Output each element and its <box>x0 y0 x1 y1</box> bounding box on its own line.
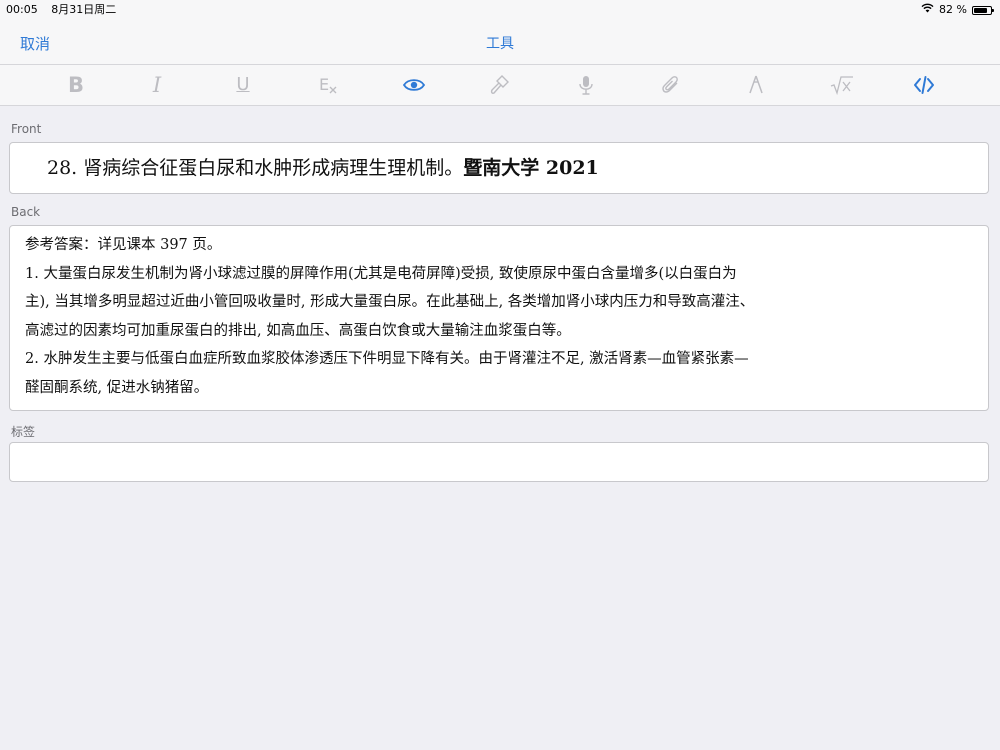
navigation-bar: 取消 工具 <box>0 20 1000 65</box>
format-toolbar: B I U E <box>0 65 1000 106</box>
back-line: 2. 水肿发生主要与低蛋白血症所致血浆胶体渗透压下件明显下降有关。由于肾灌注不足… <box>25 351 749 367</box>
status-bar: 00:05 8月31日周二 82 % <box>0 0 1000 20</box>
math-button[interactable] <box>827 73 857 97</box>
underline-button[interactable]: U <box>228 73 258 97</box>
clear-format-icon: E <box>317 74 339 96</box>
bold-button[interactable]: B <box>61 73 91 97</box>
front-content: 28. 肾病综合征蛋白尿和水肿形成病理生理机制。暨南大学 2021 <box>47 153 599 180</box>
brush-button[interactable] <box>484 73 514 97</box>
back-label: Back <box>11 205 41 219</box>
front-field[interactable]: 28. 肾病综合征蛋白尿和水肿形成病理生理机制。暨南大学 2021 <box>9 142 989 194</box>
html-editor-button[interactable] <box>909 73 939 97</box>
back-line: 1. 大量蛋白尿发生机制为肾小球滤过膜的屏障作用(尤其是电荷屏障)受损, 致使原… <box>25 265 737 282</box>
pen-icon <box>747 74 765 96</box>
front-source: 暨南大学 2021 <box>463 157 599 179</box>
battery-percent: 82 % <box>939 3 967 16</box>
battery-fill <box>974 7 988 13</box>
status-date: 8月31日周二 <box>51 3 117 16</box>
italic-button[interactable]: I <box>142 73 172 97</box>
back-line: 主), 当其增多明显超过近曲小管回吸收量时, 形成大量蛋白尿。在此基础上, 各类… <box>25 294 755 310</box>
code-icon <box>913 75 935 95</box>
front-question: 28. 肾病综合征蛋白尿和水肿形成病理生理机制。 <box>47 157 464 179</box>
back-content: 参考答案：详见课本 397 页。 1. 大量蛋白尿发生机制为肾小球滤过膜的屏障作… <box>25 231 754 402</box>
clear-format-letter: E <box>319 75 329 94</box>
brush-icon <box>488 74 510 96</box>
paperclip-icon <box>660 74 682 96</box>
bold-icon: B <box>67 73 84 97</box>
status-right: 82 % <box>921 0 994 20</box>
tools-title[interactable]: 工具 <box>0 33 1000 53</box>
back-field[interactable]: 参考答案：详见课本 397 页。 1. 大量蛋白尿发生机制为肾小球滤过膜的屏障作… <box>9 225 989 411</box>
front-label: Front <box>11 122 42 136</box>
sqrt-icon <box>830 74 854 96</box>
back-line: 醛固酮系统, 促进水钠猪留。 <box>25 379 209 396</box>
tags-field[interactable] <box>9 442 989 482</box>
eye-icon <box>403 77 425 93</box>
battery-icon <box>972 5 994 15</box>
status-time: 00:05 <box>6 3 38 16</box>
wifi-icon <box>921 0 934 20</box>
preview-button[interactable] <box>399 73 429 97</box>
microphone-button[interactable] <box>571 73 601 97</box>
attachment-button[interactable] <box>656 73 686 97</box>
underline-icon: U <box>236 74 250 95</box>
back-line: 参考答案：详见课本 397 页。 <box>25 237 222 253</box>
back-line: 高滤过的因素均可加重尿蛋白的排出, 如高血压、高蛋白饮食或大量输注血浆蛋白等。 <box>25 322 571 339</box>
status-left: 00:05 8月31日周二 <box>6 0 116 20</box>
tags-label: 标签 <box>11 425 36 439</box>
mic-icon <box>577 74 595 96</box>
draw-button[interactable] <box>741 73 771 97</box>
italic-icon: I <box>152 73 162 97</box>
clear-format-button[interactable]: E <box>313 73 343 97</box>
